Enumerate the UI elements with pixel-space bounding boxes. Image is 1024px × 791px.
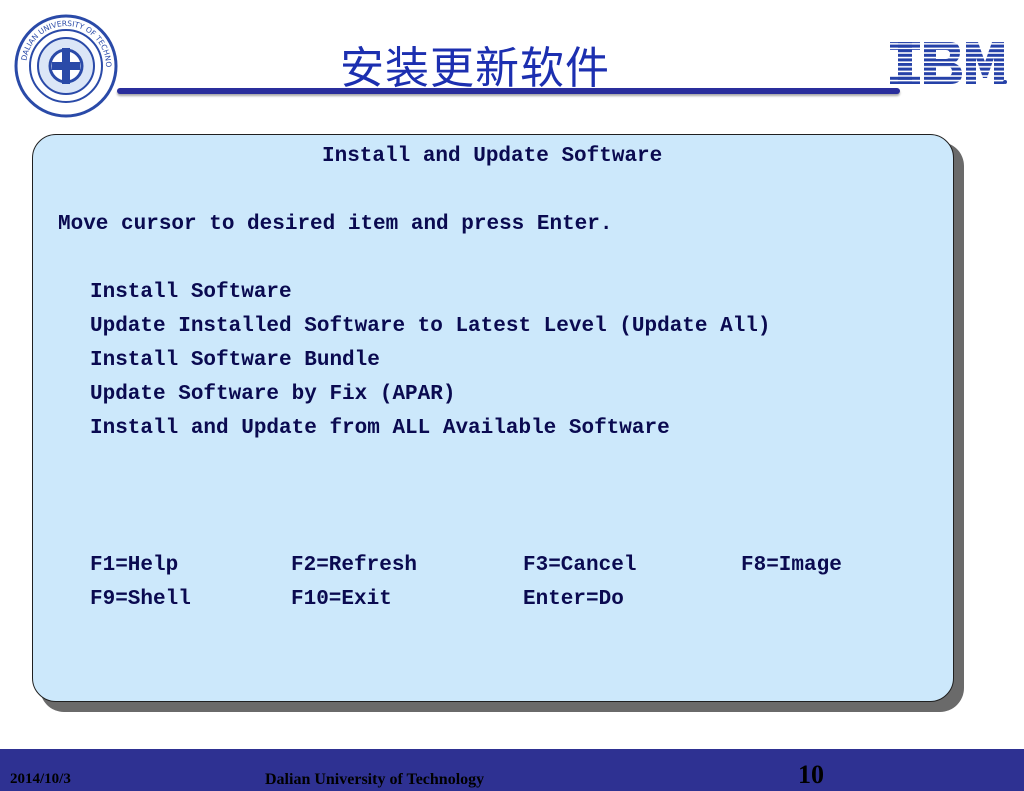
university-logo-icon: DALIAN UNIVERSITY OF TECHNOLOGY (14, 14, 118, 118)
menu-item-update-by-fix[interactable]: Update Software by Fix (APAR) (90, 383, 455, 406)
title-underline (117, 88, 900, 94)
fkey-exit[interactable]: F10=Exit (291, 588, 392, 611)
menu-item-install-all-available[interactable]: Install and Update from ALL Available So… (90, 417, 670, 440)
footer-date: 2014/10/3 (10, 771, 71, 787)
menu-heading: Install and Update Software (322, 145, 663, 168)
fkey-help[interactable]: F1=Help (90, 554, 178, 577)
fkey-refresh[interactable]: F2=Refresh (291, 554, 417, 577)
footer-university: Dalian University of Technology (265, 771, 485, 788)
fkey-shell[interactable]: F9=Shell (90, 588, 191, 611)
menu-item-install-bundle[interactable]: Install Software Bundle (90, 349, 380, 372)
ibm-logo-icon (890, 42, 1007, 84)
footer-bar (0, 749, 1024, 791)
menu-item-install-software[interactable]: Install Software (90, 281, 292, 304)
fkey-cancel[interactable]: F3=Cancel (523, 554, 636, 577)
fkey-enter-do[interactable]: Enter=Do (523, 588, 624, 611)
page-number: 10 (798, 760, 824, 789)
slide-title: 安装更新软件 (340, 43, 610, 94)
menu-instruction: Move cursor to desired item and press En… (58, 213, 613, 236)
fkey-image[interactable]: F8=Image (741, 554, 842, 577)
menu-item-update-all[interactable]: Update Installed Software to Latest Leve… (90, 315, 771, 338)
